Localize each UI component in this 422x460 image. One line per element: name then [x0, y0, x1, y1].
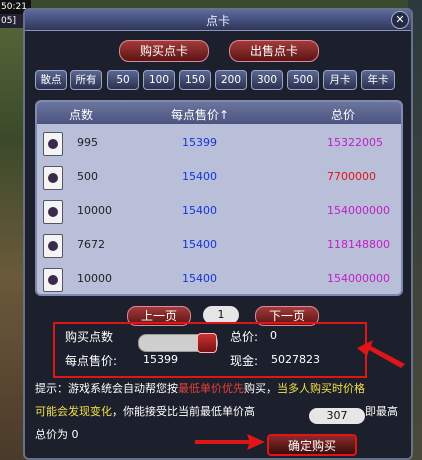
slider-handle[interactable]: [197, 333, 217, 353]
tip-text: 购买，: [244, 382, 277, 395]
cash-value: 5027823: [271, 353, 320, 366]
filter-all[interactable]: 所有: [70, 70, 102, 90]
window-title: 点卡: [205, 14, 230, 28]
acceptable-increase-input[interactable]: 307: [309, 408, 365, 424]
filter-monthly-card[interactable]: 月卡: [323, 70, 357, 90]
close-icon[interactable]: ✕: [391, 11, 409, 29]
row-unit-price: 15400: [182, 170, 217, 183]
point-card-icon: [43, 234, 63, 258]
buy-points-slider[interactable]: [138, 333, 218, 353]
row-unit-price: 15400: [182, 272, 217, 285]
row-points: 10000: [77, 204, 112, 217]
table-header: 点数 每点售价↑ 总价: [37, 102, 401, 124]
point-card-icon: [43, 200, 63, 224]
row-total: 154000000: [327, 204, 390, 217]
total-price-label: 总价:: [230, 330, 259, 344]
filter-50[interactable]: 50: [107, 70, 139, 90]
buy-point-card-button[interactable]: 购买点卡: [119, 40, 209, 62]
row-total: 7700000: [327, 170, 376, 183]
filter-300[interactable]: 300: [251, 70, 283, 90]
tip-highlight-red: 最低单价优先: [178, 382, 244, 395]
table-row[interactable]: 10000 15400 154000000: [37, 195, 401, 227]
filter-150[interactable]: 150: [179, 70, 211, 90]
unit-price-value: 15399: [143, 353, 178, 366]
row-unit-price: 15399: [182, 136, 217, 149]
point-card-window: 点卡 ✕ 购买点卡 出售点卡 散点 所有 50 100 150 200 300 …: [23, 8, 413, 460]
unit-price-label: 每点售价:: [65, 354, 118, 368]
table-row[interactable]: 995 15399 15322005: [37, 127, 401, 159]
row-points: 995: [77, 136, 98, 149]
row-points: 500: [77, 170, 98, 183]
row-points: 10000: [77, 272, 112, 285]
tip-line-3: 总价为 0: [35, 428, 79, 441]
filter-200[interactable]: 200: [215, 70, 247, 90]
table-row[interactable]: 10000 15400 154000000: [37, 263, 401, 294]
row-points: 7672: [77, 238, 105, 251]
tip-max-label: 即最高: [365, 405, 398, 418]
header-total[interactable]: 总价: [331, 106, 355, 123]
buy-points-label: 购买点数: [65, 330, 114, 344]
row-total: 15322005: [327, 136, 383, 149]
annotation-arrow-icon: [357, 340, 405, 368]
listing-table: 点数 每点售价↑ 总价 995 15399 15322005 500 15400…: [35, 100, 403, 296]
filter-yearly-card[interactable]: 年卡: [361, 70, 395, 90]
filter-100[interactable]: 100: [143, 70, 175, 90]
point-card-icon: [43, 268, 63, 292]
table-row[interactable]: 7672 15400 118148800: [37, 229, 401, 261]
row-unit-price: 15400: [182, 204, 217, 217]
tip-text: 提示：游戏系统会自动帮您按: [35, 382, 178, 395]
point-card-icon: [43, 132, 63, 156]
window-titlebar[interactable]: 点卡 ✕: [25, 10, 411, 31]
point-card-icon: [43, 166, 63, 190]
sell-point-card-button[interactable]: 出售点卡: [229, 40, 319, 62]
row-total: 118148800: [327, 238, 390, 251]
header-unit-price[interactable]: 每点售价↑: [171, 106, 229, 123]
filter-loose-points[interactable]: 散点: [35, 70, 67, 90]
confirm-purchase-button[interactable]: 确定购买: [267, 434, 357, 456]
annotation-arrow-icon: [195, 434, 265, 450]
tip-highlight-yellow: 可能会发现变化: [35, 405, 112, 418]
tip-highlight-yellow: 当多人购买时价格: [277, 382, 365, 395]
row-total: 154000000: [327, 272, 390, 285]
filter-500[interactable]: 500: [287, 70, 319, 90]
table-row[interactable]: 500 15400 7700000: [37, 161, 401, 193]
tip-text: ，你能接受比当前最低单价高: [112, 405, 255, 418]
header-points[interactable]: 点数: [69, 106, 93, 123]
row-unit-price: 15400: [182, 238, 217, 251]
cash-label: 现金:: [230, 354, 259, 368]
tip-line-2: 可能会发现变化，你能接受比当前最低单价高: [35, 403, 255, 419]
tip-line-1: 提示：游戏系统会自动帮您按最低单价优先购买，当多人购买时价格: [35, 380, 365, 396]
total-price-value: 0: [270, 329, 277, 342]
